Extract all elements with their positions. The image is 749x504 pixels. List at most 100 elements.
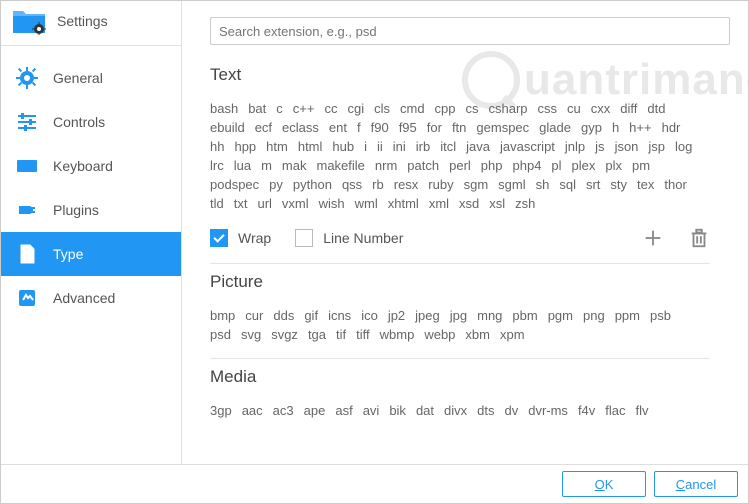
extension-item[interactable]: f95 — [399, 118, 417, 137]
extension-item[interactable]: jp2 — [388, 306, 405, 325]
extension-item[interactable]: aac — [242, 401, 263, 420]
extension-item[interactable]: cpp — [435, 99, 456, 118]
extension-item[interactable]: f — [357, 118, 361, 137]
extension-item[interactable]: divx — [444, 401, 467, 420]
extension-item[interactable]: f4v — [578, 401, 595, 420]
extension-item[interactable]: wbmp — [380, 325, 415, 344]
extension-item[interactable]: xbm — [465, 325, 490, 344]
extension-item[interactable]: hh — [210, 137, 224, 156]
extension-item[interactable]: plx — [605, 156, 622, 175]
extension-item[interactable]: url — [257, 194, 271, 213]
extension-item[interactable]: js — [595, 137, 604, 156]
extension-item[interactable]: ebuild — [210, 118, 245, 137]
extension-item[interactable]: jpeg — [415, 306, 440, 325]
extension-item[interactable]: sgm — [464, 175, 489, 194]
extension-item[interactable]: jnlp — [565, 137, 585, 156]
sidebar-item-general[interactable]: General — [1, 56, 181, 100]
extension-item[interactable]: h — [612, 118, 619, 137]
extension-item[interactable]: log — [675, 137, 692, 156]
extension-item[interactable]: ac3 — [273, 401, 294, 420]
extension-item[interactable]: cgi — [347, 99, 364, 118]
extension-item[interactable]: svg — [241, 325, 261, 344]
extension-item[interactable]: cur — [245, 306, 263, 325]
extension-item[interactable]: ent — [329, 118, 347, 137]
extension-item[interactable]: flv — [636, 401, 649, 420]
extension-item[interactable]: wml — [355, 194, 378, 213]
extension-item[interactable]: pl — [551, 156, 561, 175]
trash-icon[interactable] — [688, 227, 710, 249]
extension-item[interactable]: txt — [234, 194, 248, 213]
extension-item[interactable]: asf — [335, 401, 352, 420]
extension-item[interactable]: gif — [304, 306, 318, 325]
extension-item[interactable]: dvr-ms — [528, 401, 568, 420]
extension-item[interactable]: xsd — [459, 194, 479, 213]
extension-item[interactable]: zsh — [515, 194, 535, 213]
extension-item[interactable]: cxx — [591, 99, 611, 118]
extension-item[interactable]: dv — [504, 401, 518, 420]
extension-item[interactable]: mng — [477, 306, 502, 325]
extension-item[interactable]: python — [293, 175, 332, 194]
extension-item[interactable]: dtd — [647, 99, 665, 118]
sidebar-item-controls[interactable]: Controls — [1, 100, 181, 144]
extension-item[interactable]: java — [466, 137, 490, 156]
wrap-checkbox[interactable]: Wrap — [210, 229, 271, 247]
extension-item[interactable]: xml — [429, 194, 449, 213]
search-input[interactable] — [210, 17, 730, 45]
extension-item[interactable]: bik — [389, 401, 406, 420]
extension-item[interactable]: dds — [273, 306, 294, 325]
extension-item[interactable]: itcl — [440, 137, 456, 156]
extension-item[interactable]: flac — [605, 401, 625, 420]
cancel-button[interactable]: Cancel — [654, 471, 738, 497]
extension-item[interactable]: glade — [539, 118, 571, 137]
extension-item[interactable]: pgm — [548, 306, 573, 325]
extension-item[interactable]: perl — [449, 156, 471, 175]
extension-item[interactable]: jsp — [648, 137, 665, 156]
extension-item[interactable]: vxml — [282, 194, 309, 213]
extension-item[interactable]: for — [427, 118, 442, 137]
extension-item[interactable]: javascript — [500, 137, 555, 156]
extension-item[interactable]: css — [538, 99, 558, 118]
extension-item[interactable]: wish — [319, 194, 345, 213]
extension-item[interactable]: gemspec — [476, 118, 529, 137]
extension-item[interactable]: c — [276, 99, 283, 118]
extension-item[interactable]: plex — [572, 156, 596, 175]
extension-item[interactable]: nrm — [375, 156, 397, 175]
extension-item[interactable]: xsl — [489, 194, 505, 213]
sidebar-item-type[interactable]: Type — [1, 232, 181, 276]
extension-item[interactable]: tld — [210, 194, 224, 213]
extension-item[interactable]: sql — [559, 175, 576, 194]
extension-item[interactable]: tga — [308, 325, 326, 344]
extension-item[interactable]: bat — [248, 99, 266, 118]
extension-item[interactable]: eclass — [282, 118, 319, 137]
extension-item[interactable]: webp — [424, 325, 455, 344]
extension-item[interactable]: psb — [650, 306, 671, 325]
extension-item[interactable]: json — [615, 137, 639, 156]
extension-item[interactable]: pm — [632, 156, 650, 175]
extension-item[interactable]: cls — [374, 99, 390, 118]
plus-icon[interactable] — [642, 227, 664, 249]
extension-item[interactable]: i — [364, 137, 367, 156]
extension-item[interactable]: tiff — [356, 325, 370, 344]
extension-item[interactable]: irb — [416, 137, 430, 156]
extension-item[interactable]: icns — [328, 306, 351, 325]
extension-item[interactable]: tif — [336, 325, 346, 344]
sidebar-item-keyboard[interactable]: Keyboard — [1, 144, 181, 188]
extension-item[interactable]: lrc — [210, 156, 224, 175]
extension-item[interactable]: dts — [477, 401, 494, 420]
ok-button[interactable]: OK — [562, 471, 646, 497]
extension-item[interactable]: patch — [407, 156, 439, 175]
extension-item[interactable]: py — [269, 175, 283, 194]
extension-item[interactable]: podspec — [210, 175, 259, 194]
line-number-checkbox[interactable]: Line Number — [295, 229, 403, 247]
extension-item[interactable]: jpg — [450, 306, 467, 325]
extension-item[interactable]: c++ — [293, 99, 315, 118]
extension-item[interactable]: ape — [304, 401, 326, 420]
sidebar-item-advanced[interactable]: Advanced — [1, 276, 181, 320]
extension-item[interactable]: thor — [664, 175, 686, 194]
extension-item[interactable]: sgml — [498, 175, 525, 194]
extension-item[interactable]: cmd — [400, 99, 425, 118]
extension-item[interactable]: h++ — [629, 118, 651, 137]
extension-item[interactable]: cc — [324, 99, 337, 118]
extension-item[interactable]: cs — [466, 99, 479, 118]
extension-item[interactable]: xhtml — [388, 194, 419, 213]
